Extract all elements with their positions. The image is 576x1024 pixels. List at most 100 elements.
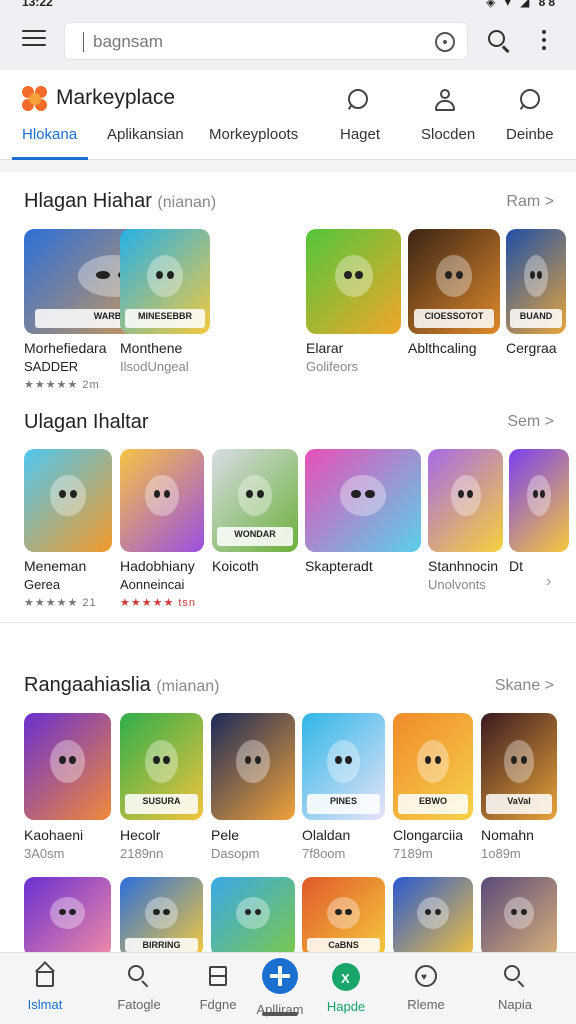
app-art-title: PINES bbox=[306, 794, 380, 814]
app-name: Nomahn bbox=[481, 827, 534, 843]
character-art bbox=[236, 897, 270, 929]
app-header: Markeyplace Hlokana Aplikansian Morkeypl… bbox=[0, 70, 576, 160]
app-tile[interactable]: BIRRING bbox=[120, 877, 203, 957]
app-tile[interactable] bbox=[509, 449, 569, 552]
app-name: Pele bbox=[211, 827, 240, 843]
see-more-link[interactable]: Skane > bbox=[495, 677, 554, 695]
app-subtitle: Aonneincai bbox=[120, 577, 185, 592]
section-divider bbox=[0, 160, 576, 172]
nav-label: Rleme bbox=[407, 997, 445, 1012]
nav-item-rleme[interactable]: ♥ Rleme bbox=[386, 963, 466, 1012]
app-tile[interactable]: EBWO bbox=[393, 713, 473, 820]
tab-marketplace[interactable]: Morkeyploots bbox=[209, 124, 298, 160]
plus-icon bbox=[262, 958, 298, 994]
app-rating: ★★★★★ tsn bbox=[120, 597, 197, 609]
search-icon bbox=[126, 963, 152, 989]
app-tile[interactable]: PINES bbox=[302, 713, 385, 820]
app-name: Skapteradt bbox=[305, 558, 373, 574]
app-name: Meneman bbox=[24, 558, 87, 574]
tab-deinbe[interactable]: Deinbe bbox=[506, 124, 554, 160]
app-subtitle: Dasopm bbox=[211, 846, 260, 861]
heart-icon: ♥ bbox=[413, 963, 439, 989]
tab-home[interactable]: Hlokana bbox=[22, 124, 77, 160]
app-tile[interactable]: BUAND bbox=[506, 229, 566, 334]
search-icon[interactable] bbox=[488, 30, 510, 53]
app-name: Stanhnocin bbox=[428, 558, 499, 574]
app-icon: X bbox=[332, 963, 360, 991]
message-icon[interactable] bbox=[518, 88, 544, 114]
more-options-icon[interactable] bbox=[540, 30, 548, 52]
app-title: Markeyplace bbox=[56, 86, 176, 109]
section-title-text: Ulagan Ihaltar bbox=[24, 411, 149, 433]
app-tile[interactable] bbox=[428, 449, 503, 552]
character-art bbox=[237, 474, 273, 516]
tab-applications[interactable]: Aplikansian bbox=[107, 124, 184, 160]
profile-icon[interactable] bbox=[432, 88, 458, 114]
app-tile[interactable]: SUSURA bbox=[120, 713, 203, 820]
app-tile[interactable]: CIOESSOTOT bbox=[408, 229, 500, 334]
character-art bbox=[527, 474, 551, 516]
nav-item-napia[interactable]: Napia bbox=[475, 963, 555, 1012]
app-name: Morhefiedara bbox=[24, 340, 107, 356]
marketplace-logo-icon bbox=[22, 86, 48, 112]
character-art bbox=[50, 739, 85, 783]
app-subtitle: 1o89m bbox=[481, 846, 521, 861]
grid-icon bbox=[205, 963, 231, 989]
nav-label: Fatogle bbox=[117, 997, 161, 1012]
section-title-text: Rangaahiaslia bbox=[24, 674, 151, 696]
character-eye bbox=[345, 755, 352, 765]
see-more-link[interactable]: Ram > bbox=[506, 193, 554, 211]
app-tile[interactable]: VaVaI bbox=[481, 713, 557, 820]
section-divider bbox=[0, 622, 576, 646]
app-name: Hecolr bbox=[120, 827, 161, 843]
tab-bar: Hlokana Aplikansian Morkeyploots Haget S… bbox=[0, 124, 576, 160]
character-art bbox=[236, 739, 270, 783]
character-eye bbox=[533, 490, 538, 499]
app-name: Koicoth bbox=[212, 558, 259, 574]
app-tile[interactable] bbox=[211, 877, 295, 957]
see-more-link[interactable]: Sem > bbox=[507, 413, 554, 431]
section-title: Ulagan Ihaltar bbox=[24, 411, 149, 434]
character-art bbox=[144, 897, 179, 929]
character-eye bbox=[520, 909, 527, 916]
section-title: Rangaahiaslia (mianan) bbox=[24, 674, 219, 697]
chat-icon[interactable] bbox=[346, 88, 372, 114]
magnifier-icon bbox=[502, 963, 528, 989]
app-subtitle: 7f8oom bbox=[302, 846, 346, 861]
nav-item-islmat[interactable]: Islmat bbox=[5, 961, 85, 1012]
app-tile[interactable] bbox=[24, 713, 111, 820]
app-tile[interactable] bbox=[211, 713, 295, 820]
app-rating: ★★★★★ 2m bbox=[24, 379, 100, 391]
character-eye bbox=[335, 755, 342, 765]
app-tile[interactable] bbox=[306, 229, 401, 334]
tab-slocden[interactable]: Slocden bbox=[421, 124, 475, 160]
character-eye bbox=[520, 755, 527, 765]
character-art bbox=[145, 474, 179, 516]
character-art bbox=[334, 255, 373, 298]
app-tile[interactable] bbox=[481, 877, 557, 957]
section-subtitle: (nianan) bbox=[157, 194, 217, 211]
location-target-icon[interactable] bbox=[435, 32, 455, 52]
nav-item-fatogle[interactable]: Fatogle bbox=[99, 963, 179, 1012]
character-art bbox=[50, 897, 85, 929]
scroll-right-chevron-icon[interactable]: › bbox=[546, 573, 551, 591]
search-input[interactable]: bagnsam bbox=[64, 22, 468, 60]
app-art-title: SUSURA bbox=[124, 794, 198, 814]
app-tile[interactable] bbox=[305, 449, 421, 552]
character-art bbox=[524, 255, 548, 298]
app-tile[interactable]: MINESEBBR bbox=[120, 229, 210, 334]
app-tile[interactable] bbox=[120, 449, 204, 552]
app-art-title: CaBNS bbox=[306, 937, 380, 953]
app-tile[interactable]: CaBNS bbox=[302, 877, 385, 957]
hamburger-menu-icon[interactable] bbox=[22, 30, 46, 48]
app-tile[interactable] bbox=[24, 449, 112, 552]
nav-item-hapde[interactable]: X Hapde bbox=[306, 963, 386, 1014]
nav-label: Hapde bbox=[326, 999, 366, 1014]
character-eye bbox=[163, 755, 170, 765]
tab-haget[interactable]: Haget bbox=[340, 124, 380, 160]
text-cursor bbox=[83, 32, 84, 52]
app-tile[interactable] bbox=[393, 877, 473, 957]
app-tile[interactable]: WONDAR bbox=[212, 449, 298, 552]
app-tile[interactable] bbox=[24, 877, 111, 957]
app-art-title: VaVaI bbox=[485, 794, 553, 814]
